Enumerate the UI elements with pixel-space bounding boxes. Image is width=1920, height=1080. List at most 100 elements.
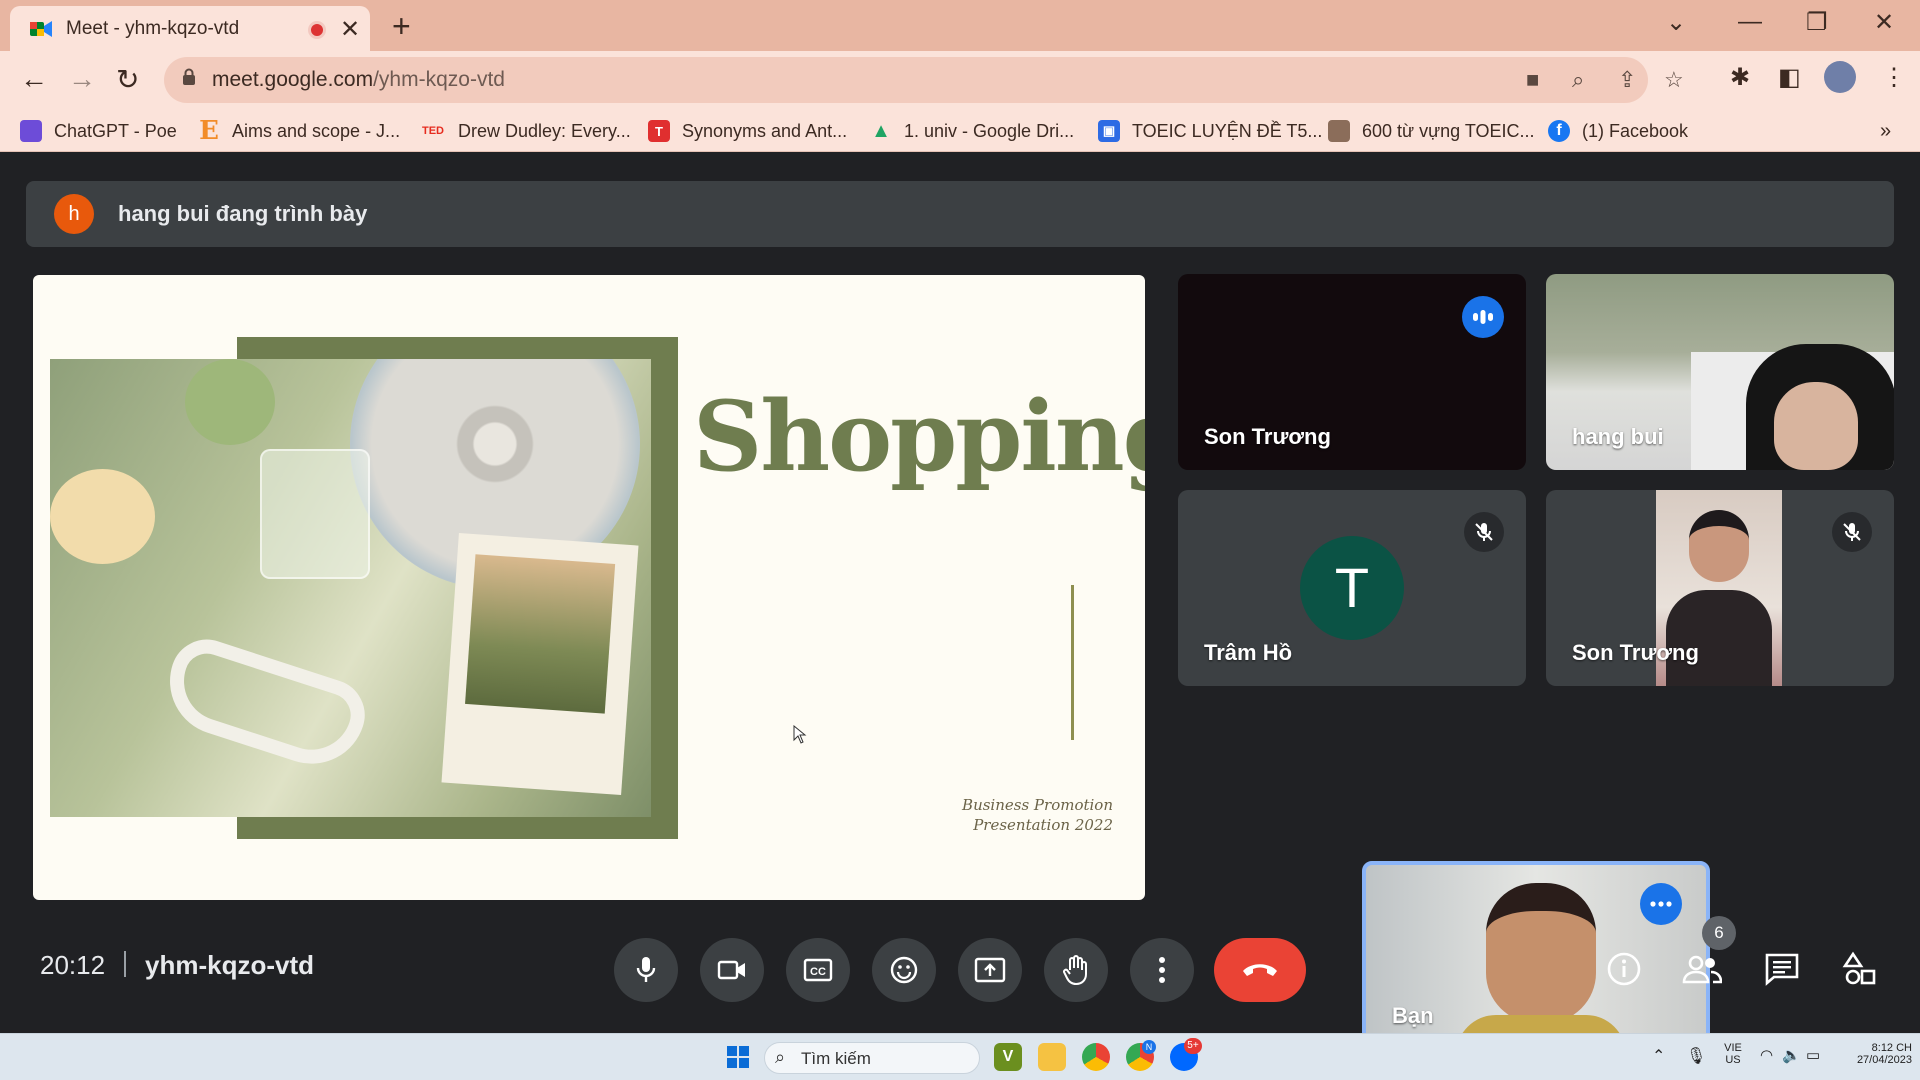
leave-call-button[interactable] (1214, 938, 1306, 1002)
vocab-app-icon[interactable]: V (994, 1043, 1022, 1071)
taskbar-clock[interactable]: 8:12 CH 27/04/2023 (1836, 1042, 1912, 1066)
close-tab-icon[interactable]: ✕ (340, 15, 360, 44)
more-vertical-icon (1159, 957, 1165, 983)
photo-card (441, 533, 639, 795)
participant-tile[interactable]: Son Trương (1546, 490, 1894, 686)
bookmark-label: (1) Facebook (1582, 120, 1689, 141)
svg-text:CC: CC (810, 966, 826, 978)
participant-name: Trâm Hồ (1204, 640, 1293, 665)
participant-avatar: T (1300, 536, 1404, 640)
new-tab-button[interactable]: + (392, 8, 411, 45)
participant-tile[interactable]: T Trâm Hồ (1178, 490, 1526, 686)
bookmark-label: Drew Dudley: Every... (458, 120, 631, 141)
address-bar[interactable]: meet.google.com/yhm-kqzo-vtd ■ ⌕ ⇪ ☆ (164, 57, 1684, 103)
video-feed-head (1689, 510, 1749, 582)
bookmark-item[interactable]: ▲ 1. univ - Google Dri... (870, 117, 1074, 145)
mouse-cursor-icon (793, 725, 807, 744)
volume-icon[interactable]: 🔈 (1782, 1046, 1801, 1064)
taskbar-search[interactable]: ⌕ Tìm kiếm (764, 1042, 980, 1074)
browser-titlebar: Meet - yhm-kqzo-vtd ✕ + ⌄ — ❐ ✕ (0, 0, 1920, 51)
microphone-icon (636, 957, 656, 982)
tab-search-icon[interactable]: ⌄ (1666, 8, 1686, 37)
forward-icon[interactable]: → (68, 63, 96, 95)
divider (124, 951, 126, 977)
presenting-banner: h hang bui đang trình bày (26, 181, 1894, 247)
bookmark-item[interactable]: E Aims and scope - J... (198, 116, 400, 146)
google-meet-icon (30, 21, 52, 37)
bookmark-star-icon[interactable]: ☆ (1664, 67, 1684, 93)
people-button[interactable] (1682, 949, 1722, 989)
camera-button[interactable] (700, 938, 764, 1002)
chrome-menu-icon[interactable]: ⋮ (1882, 63, 1906, 92)
battery-icon[interactable]: ▭ (1806, 1046, 1820, 1064)
bookmark-item[interactable]: ChatGPT - Poe (20, 117, 177, 145)
apple-shape (185, 359, 275, 445)
bookmark-item[interactable]: ▣ TOEIC LUYỆN ĐỀ T5... (1098, 117, 1322, 145)
recording-indicator-icon (308, 21, 326, 39)
more-options-button[interactable] (1130, 938, 1194, 1002)
url-host: meet.google.com (212, 68, 374, 91)
chat-button[interactable] (1762, 949, 1802, 989)
bookmark-item[interactable]: T Synonyms and Ant... (648, 117, 847, 145)
meeting-details-button[interactable] (1604, 949, 1644, 989)
raise-hand-button[interactable] (1044, 938, 1108, 1002)
bookmark-item[interactable]: TED Drew Dudley: Every... (420, 117, 631, 145)
share-icon[interactable]: ⇪ (1618, 67, 1636, 93)
hang-up-icon (1243, 964, 1277, 976)
back-icon[interactable]: ← (20, 63, 48, 95)
poe-icon (20, 120, 42, 142)
microphone-button[interactable] (614, 938, 678, 1002)
bookmark-item[interactable]: f (1) Facebook (1548, 117, 1688, 145)
bookmarks-bar: ChatGPT - Poe E Aims and scope - J... TE… (0, 109, 1920, 152)
file-explorer-icon[interactable] (1038, 1043, 1066, 1071)
windows-start-icon[interactable] (727, 1046, 749, 1068)
reload-icon[interactable]: ↻ (116, 63, 139, 96)
video-feed-face (1774, 382, 1858, 470)
present-screen-button[interactable] (958, 938, 1022, 1002)
participant-name: Son Trương (1204, 424, 1331, 449)
mic-off-icon (1832, 512, 1872, 552)
activities-button[interactable] (1840, 949, 1880, 989)
camera-in-use-icon[interactable]: ■ (1526, 67, 1539, 93)
more-bookmarks-icon[interactable]: » (1880, 117, 1891, 145)
lock-icon (183, 68, 195, 85)
microphone-tray-icon[interactable]: 🎙 (1686, 1046, 1706, 1066)
language-indicator[interactable]: VIE US (1718, 1042, 1748, 1066)
taskbar-date: 27/04/2023 (1856, 1054, 1912, 1066)
browser-toolbar: ← → ↻ meet.google.com/yhm-kqzo-vtd ■ ⌕ ⇪… (0, 51, 1920, 109)
facebook-icon: f (1548, 120, 1570, 142)
windows-taskbar: ⌕ Tìm kiếm V N 5+ ⌃ 🎙 VIE US ◠ 🔈 ▭ 8:12 … (0, 1033, 1920, 1080)
emoji-icon (890, 956, 918, 984)
bookmark-item[interactable]: 600 từ vựng TOEIC... (1328, 117, 1535, 145)
participant-count-badge: 6 (1702, 916, 1736, 950)
video-camera-icon (717, 960, 745, 980)
participant-tile[interactable]: Son Trương (1178, 274, 1526, 470)
thesaurus-icon: T (648, 120, 670, 142)
tab-title: Meet - yhm-kqzo-vtd (66, 18, 240, 39)
participant-tile[interactable]: hang bui (1546, 274, 1894, 470)
restore-icon[interactable]: ❐ (1806, 8, 1828, 37)
presenter-avatar: h (54, 194, 94, 234)
slide-subtitle-line1: Business Promotion (962, 796, 1113, 814)
captions-button[interactable]: CC (786, 938, 850, 1002)
browser-tab[interactable]: Meet - yhm-kqzo-vtd ✕ (10, 6, 370, 51)
show-hidden-icons-icon[interactable]: ⌃ (1652, 1046, 1665, 1066)
slide-divider (1071, 585, 1074, 740)
reactions-button[interactable] (872, 938, 936, 1002)
raise-hand-icon (1063, 955, 1087, 986)
mic-off-icon (1464, 512, 1504, 552)
elsevier-icon: E (199, 116, 219, 146)
side-panel-icon[interactable]: ◧ (1778, 63, 1801, 92)
speaking-indicator-icon (1462, 296, 1504, 338)
chrome-icon[interactable] (1082, 1043, 1110, 1071)
tart-shape (50, 469, 155, 564)
zoom-icon[interactable]: ⌕ (1572, 67, 1584, 93)
minimize-icon[interactable]: — (1738, 8, 1762, 36)
extensions-icon[interactable]: ✱ (1730, 63, 1750, 92)
meet-stage: h hang bui đang trình bày Shopping Busin… (0, 153, 1920, 1053)
wifi-icon[interactable]: ◠ (1760, 1046, 1773, 1064)
window-close-icon[interactable]: ✕ (1874, 8, 1894, 37)
chat-icon (1765, 953, 1799, 986)
profile-avatar[interactable] (1824, 61, 1856, 93)
presentation-slide[interactable]: Shopping Business Promotion Presentation… (33, 275, 1145, 900)
